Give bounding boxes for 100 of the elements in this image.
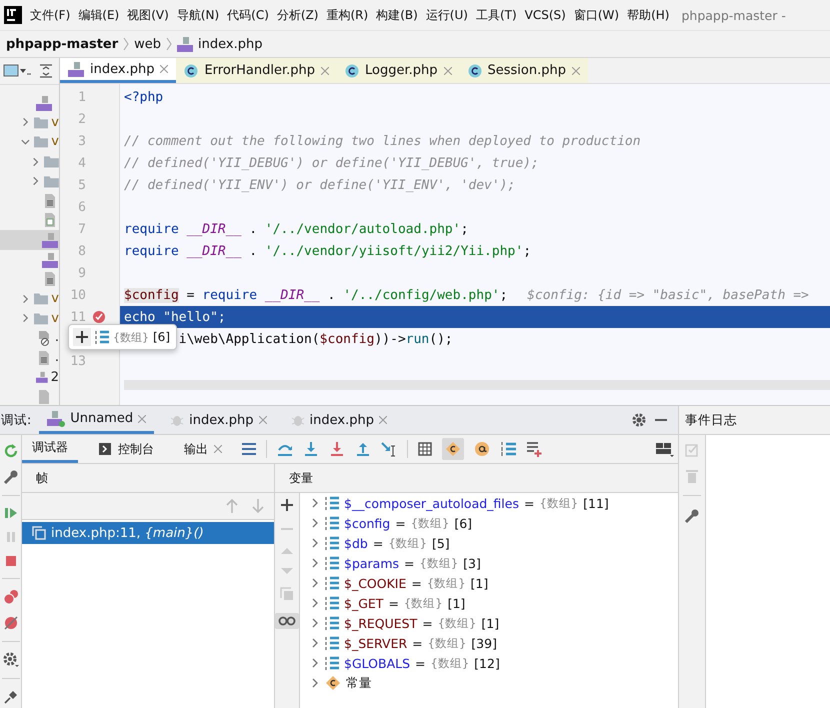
variable-row[interactable]: $_GET = {数组} [1] xyxy=(300,593,678,613)
step-into-icon[interactable] xyxy=(303,441,319,457)
settings-icon[interactable] xyxy=(2,652,18,668)
collapsed-chevron-icon[interactable] xyxy=(310,657,320,669)
event-log-title: 事件日志 xyxy=(685,412,737,428)
settings-icon[interactable] xyxy=(632,413,646,427)
variable-row[interactable]: $__composer_autoload_files = {数组} [11] xyxy=(300,493,678,513)
wrench-icon[interactable] xyxy=(684,508,700,524)
at-sign-icon[interactable] xyxy=(474,441,490,457)
collapsed-chevron-icon[interactable] xyxy=(310,557,320,569)
frame-label: index.php:11, {main}() xyxy=(51,526,204,540)
menu-item[interactable]: 窗口(W) xyxy=(574,6,620,24)
collapsed-chevron-icon[interactable] xyxy=(310,677,320,689)
collapsed-chevron-icon[interactable] xyxy=(20,116,31,128)
collapsed-chevron-icon[interactable] xyxy=(20,312,31,324)
breadcrumb[interactable]: phpapp-master xyxy=(6,36,118,52)
add-list-icon[interactable] xyxy=(526,441,542,457)
close-icon[interactable] xyxy=(160,65,168,73)
debugger-subtab[interactable]: 调试器 xyxy=(22,435,78,463)
array-icon xyxy=(325,576,339,590)
step-out-icon[interactable] xyxy=(355,441,371,457)
collapsed-chevron-icon[interactable] xyxy=(310,577,320,589)
close-icon[interactable] xyxy=(572,66,580,74)
run-to-cursor-icon[interactable] xyxy=(381,441,397,457)
menu-item[interactable]: 导航(N) xyxy=(176,6,220,24)
close-icon[interactable] xyxy=(258,416,267,424)
collapsed-chevron-icon[interactable] xyxy=(310,597,320,609)
variable-row[interactable]: $config = {数组} [6] xyxy=(300,513,678,533)
menu-item[interactable]: 文件(F) xyxy=(30,6,70,24)
numbered-list-icon[interactable] xyxy=(500,442,516,456)
menu-item[interactable]: 运行(U) xyxy=(426,6,468,24)
menu-item[interactable]: VCS(S) xyxy=(524,8,566,22)
tree-item[interactable]: 2 xyxy=(0,367,59,387)
breadcrumb[interactable]: index.php xyxy=(198,36,262,52)
close-icon[interactable] xyxy=(321,66,330,74)
debug-tab[interactable]: index.php xyxy=(162,406,275,434)
editor-tab[interactable]: index.php xyxy=(60,58,176,83)
stop-icon[interactable] xyxy=(4,554,18,568)
resume-icon[interactable] xyxy=(4,506,18,520)
collapsed-chevron-icon[interactable] xyxy=(20,292,31,305)
variable-row[interactable]: $_SERVER = {数组} [39] xyxy=(300,633,678,653)
show-constants-toggle[interactable] xyxy=(442,438,464,460)
view-selector-icon[interactable] xyxy=(3,64,31,78)
debugger-subtab[interactable]: 输出 xyxy=(174,435,232,463)
add-icon[interactable] xyxy=(281,499,293,511)
tree-item[interactable]: . xyxy=(0,348,59,368)
line-number: 9 xyxy=(78,266,86,280)
variable-row[interactable]: $_COOKIE = {数组} [1] xyxy=(300,573,678,593)
variable-row[interactable]: $params = {数组} [3] xyxy=(300,553,678,573)
collapsed-chevron-icon[interactable] xyxy=(310,517,320,529)
debugger-subtab[interactable]: 控制台 xyxy=(88,435,164,463)
collapsed-chevron-icon[interactable] xyxy=(310,497,320,509)
collapse-all-icon[interactable] xyxy=(39,64,53,78)
collapsed-chevron-icon[interactable] xyxy=(310,637,320,649)
close-icon[interactable] xyxy=(214,445,222,453)
tree-item[interactable]: v xyxy=(0,288,59,309)
close-icon[interactable] xyxy=(379,416,387,424)
tree-item[interactable]: . xyxy=(0,328,59,348)
pin-icon[interactable] xyxy=(2,689,18,705)
variable-row[interactable]: $GLOBALS = {数组} [12] xyxy=(300,653,678,673)
menu-item[interactable]: 帮助(H) xyxy=(627,6,670,24)
mute-breakpoints-icon[interactable] xyxy=(2,615,18,631)
menu-item[interactable]: 编辑(E) xyxy=(78,6,120,24)
add-watch-button[interactable] xyxy=(73,328,91,346)
breakpoints-icon[interactable] xyxy=(2,589,18,605)
editor-tab[interactable]: Logger.php xyxy=(337,58,460,83)
editor-tab[interactable]: Session.php xyxy=(460,58,588,83)
collapsed-chevron-icon[interactable] xyxy=(310,617,320,629)
tree-item[interactable]: v xyxy=(0,308,59,328)
tree-item[interactable]: v xyxy=(0,112,59,132)
breakpoint-icon[interactable] xyxy=(92,310,106,324)
variable-row[interactable]: $db = {数组} [5] xyxy=(300,533,678,553)
layout-icon[interactable] xyxy=(656,441,674,457)
inline-values-toggle[interactable] xyxy=(275,613,299,629)
rerun-icon[interactable] xyxy=(2,443,18,459)
code-line: i\web\Application($config))->run(); xyxy=(178,332,453,346)
menu-item[interactable]: 代码(C) xyxy=(227,6,269,24)
editor-tab[interactable]: ErrorHandler.php xyxy=(176,58,338,83)
calculator-icon[interactable] xyxy=(418,442,432,456)
wrench-icon[interactable] xyxy=(2,469,18,485)
collapsed-chevron-icon[interactable] xyxy=(310,537,320,549)
menu-item[interactable]: 构建(B) xyxy=(376,6,418,24)
close-icon[interactable] xyxy=(444,66,452,74)
force-step-into-icon[interactable] xyxy=(329,441,345,457)
frames-list-icon[interactable] xyxy=(242,443,256,455)
debug-tab[interactable]: index.php xyxy=(282,406,395,434)
variable-row[interactable]: 常量 xyxy=(300,673,678,693)
line-number: 13 xyxy=(70,354,86,368)
menu-item[interactable]: 重构(R) xyxy=(326,6,368,24)
tree-item[interactable] xyxy=(0,230,59,250)
menu-item[interactable]: 视图(V) xyxy=(127,6,169,24)
horizontal-scrollbar[interactable] xyxy=(124,380,830,390)
tree-item[interactable]: v xyxy=(0,132,59,152)
close-icon[interactable] xyxy=(138,414,146,422)
breadcrumb[interactable]: web xyxy=(134,36,162,52)
frame-item[interactable]: index.php:11, {main}() xyxy=(22,522,274,544)
menu-item[interactable]: 分析(Z) xyxy=(276,6,318,24)
variable-row[interactable]: $_REQUEST = {数组} [1] xyxy=(300,613,678,633)
menu-item[interactable]: 工具(T) xyxy=(476,6,517,24)
debug-tab[interactable]: Unnamed xyxy=(39,406,154,434)
